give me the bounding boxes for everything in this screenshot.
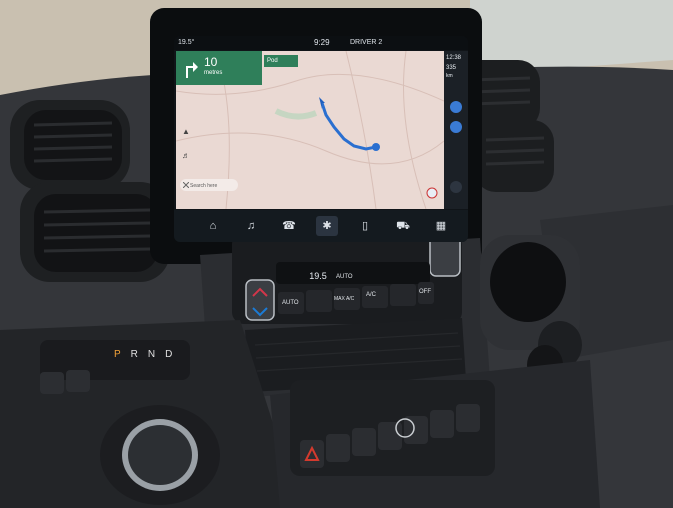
music-icon[interactable]: ♫ [240, 216, 262, 236]
phone-mirror-icon[interactable]: ▯ [354, 216, 376, 236]
status-time: 9:29 [314, 38, 330, 47]
turn-distance-unit: metres [204, 70, 223, 76]
right-vent-bottom[interactable] [474, 120, 554, 192]
climate-label-ac[interactable]: A/C [366, 292, 376, 298]
left-vent-bottom-grille [34, 194, 158, 272]
report-icon[interactable] [426, 187, 438, 199]
remaining-distance: 335 [446, 65, 457, 71]
status-temperature: 19.5° [178, 39, 195, 46]
left-vent-top-grille [24, 110, 122, 180]
close-icon [183, 182, 189, 188]
layers-icon[interactable] [450, 121, 462, 133]
gear-n[interactable]: N [148, 349, 165, 360]
compass-icon[interactable]: ▲ [182, 127, 190, 136]
turn-right-icon [186, 62, 198, 78]
fan-icon[interactable]: ✱ [316, 216, 338, 236]
search-chip[interactable]: Search here [180, 179, 238, 191]
arrival-time: 12:38 [446, 55, 462, 61]
climate-mode-label: AUTO [336, 274, 353, 280]
bottom-nav-bar: ⌂ ♫ ☎ ✱ ▯ ⛟ ▦ [174, 210, 468, 242]
status-bar: 19.5° 9:29 DRIVER 2 [174, 36, 468, 50]
map-green-areas [274, 108, 318, 120]
gear-d[interactable]: D [165, 349, 182, 360]
destination-marker [372, 143, 380, 151]
gear-p[interactable]: P [114, 349, 131, 360]
infotainment-screen: 19.5° 9:29 DRIVER 2 10 metres Pod ▲ ♬ Se… [174, 36, 468, 242]
remaining-distance-unit: km [446, 73, 453, 79]
climate-temperature: 19.5 [309, 271, 327, 281]
navigation-map[interactable]: 10 metres Pod ▲ ♬ Search here [176, 51, 444, 209]
home-icon[interactable]: ⌂ [202, 216, 224, 236]
car-icon[interactable]: ⛟ [392, 216, 414, 236]
gear-r[interactable]: R [131, 349, 148, 360]
search-chip-label: Search here [190, 182, 218, 189]
right-temp-rocker[interactable] [429, 235, 461, 277]
turn-distance: 10 [204, 55, 218, 69]
climate-label-auto[interactable]: AUTO [282, 300, 299, 306]
info-icon[interactable] [450, 181, 462, 193]
apps-icon[interactable]: ▦ [430, 216, 452, 236]
turn-instruction-card: 10 metres [176, 51, 262, 85]
climate-display [276, 262, 430, 284]
navigation-fab-icon[interactable] [450, 101, 462, 113]
climate-label-max-ac[interactable]: MAX A/C [334, 296, 354, 302]
volume-icon[interactable]: ♬ [182, 151, 190, 160]
gear-indicator: PRND [114, 349, 184, 363]
gear-mode-button-2[interactable] [66, 370, 90, 392]
phone-icon[interactable]: ☎ [278, 216, 300, 236]
next-turn-card: Pod [264, 55, 298, 67]
next-turn-label: Pod [267, 58, 278, 64]
nav-side-panel: 12:38 335 km [444, 51, 468, 209]
gear-mode-button[interactable] [40, 372, 64, 394]
climate-label-off[interactable]: OFF [419, 289, 431, 295]
status-profile[interactable]: DRIVER 2 [350, 39, 382, 46]
knob-top [128, 425, 192, 485]
cupholder[interactable] [490, 242, 566, 322]
route-line [320, 102, 377, 151]
